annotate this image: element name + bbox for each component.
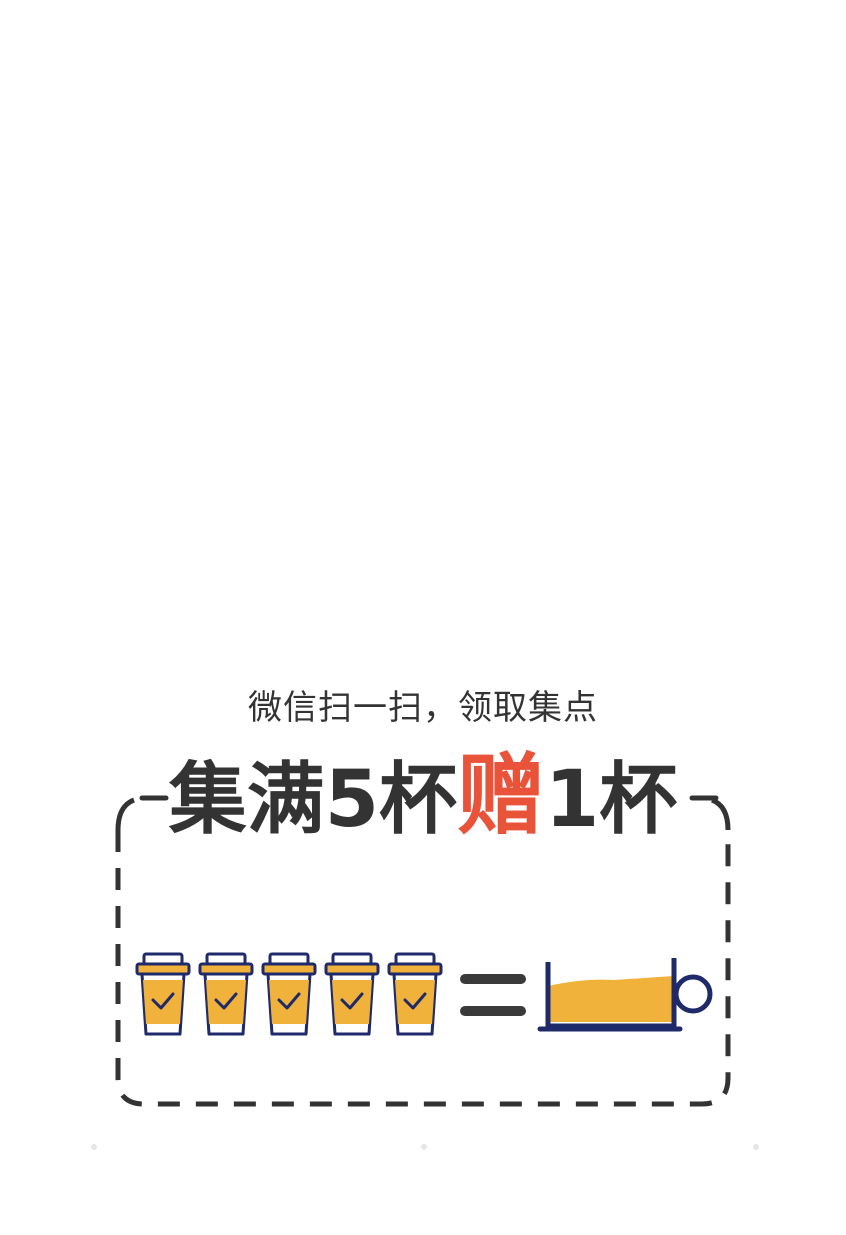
coffee-cup-check-icon	[261, 952, 317, 1036]
coffee-cup-check-icon	[387, 952, 443, 1036]
headline-part1: 集满5杯	[168, 755, 457, 845]
coffee-cup-check-icon	[135, 952, 191, 1036]
headline-part2: 1杯	[545, 755, 678, 845]
headline-accent: 赠	[456, 744, 545, 847]
equals-icon	[460, 974, 526, 1016]
stamp-equation	[135, 952, 713, 1036]
coffee-cup-check-icon	[324, 952, 380, 1036]
page-dots	[91, 1144, 759, 1150]
dashed-frame	[115, 795, 731, 1107]
coffee-cup-check-icon	[198, 952, 254, 1036]
promo-headline: 集满5杯赠1杯	[0, 748, 846, 848]
scan-instruction: 微信扫一扫，领取集点	[248, 688, 598, 728]
coffee-mug-icon	[537, 958, 713, 1032]
